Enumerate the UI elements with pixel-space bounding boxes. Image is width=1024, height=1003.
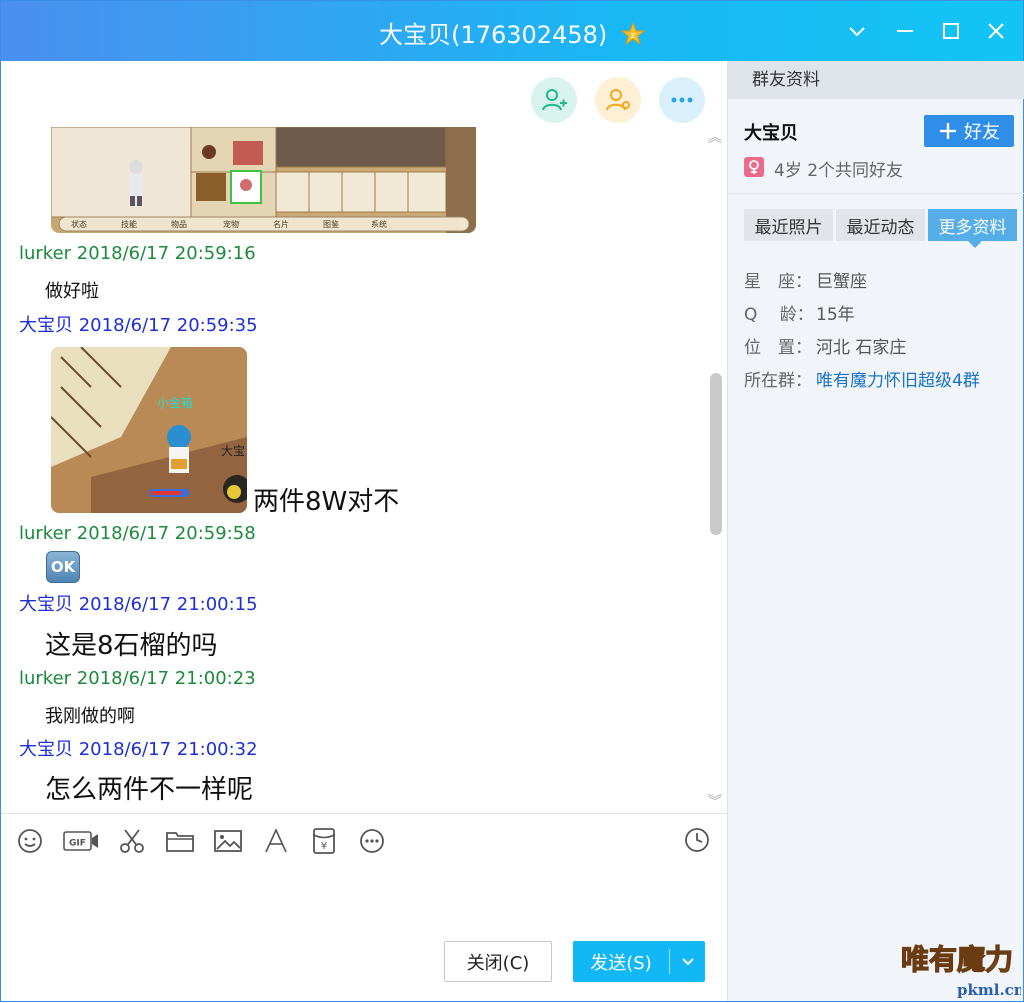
game-tab-label: 状态 [71, 219, 87, 229]
send-options-chevron-icon[interactable] [670, 941, 705, 982]
profile-tabs: 最近照片 最近动态 更多资料 [744, 209, 1017, 248]
chat-window: 大宝贝(176302458) z 状态 技能 物品 宠物 名片 图鉴 系统 lu… [0, 0, 1024, 1002]
game-label: 小金箱 [157, 395, 193, 410]
vip-star-icon: z [620, 21, 646, 46]
message-text: 这是8石榴的吗 [45, 631, 218, 661]
message-header: lurker 2018/6/17 20:59:58 [19, 523, 256, 544]
tab-more-info[interactable]: 更多资料 [928, 209, 1017, 248]
game-label-2: 大宝 [221, 444, 245, 458]
message-header: 大宝贝 2018/6/17 21:00:32 [19, 739, 258, 760]
info-key: 星 座： [744, 272, 812, 292]
close-icon[interactable] [978, 13, 1014, 49]
profile-panel: 群友资料 大宝贝 好友 4岁 2个共同好友 最近照片 最近动态 更多资料 星 座… [727, 61, 1024, 1001]
add-member-icon[interactable] [531, 77, 577, 123]
window-title: 大宝贝(176302458) [379, 21, 608, 49]
profile-name: 大宝贝 [744, 123, 798, 144]
female-gender-icon [744, 157, 764, 177]
red-packet-icon[interactable]: ¥ [309, 826, 339, 856]
chat-history[interactable]: 状态 技能 物品 宠物 名片 图鉴 系统 lurker 2018/6/17 20… [1, 61, 727, 813]
gif-label: GIF [69, 839, 86, 849]
game-scene-image[interactable]: 小金箱 大宝 [51, 347, 247, 513]
message-header: lurker 2018/6/17 21:00:23 [19, 668, 256, 689]
send-button[interactable]: 发送(S) [573, 941, 705, 982]
folder-icon[interactable] [165, 826, 195, 856]
info-row-qq-age: Q 龄： 15年 [744, 300, 855, 325]
profile-summary: 4岁 2个共同好友 [774, 161, 904, 181]
minimize-icon[interactable] [887, 13, 923, 49]
info-key: 位 置： [744, 338, 812, 358]
scissors-icon[interactable] [117, 826, 147, 856]
user-share-icon[interactable] [595, 77, 641, 123]
game-tab-label: 技能 [121, 219, 137, 229]
info-value: 15年 [816, 305, 855, 325]
font-icon[interactable] [261, 826, 291, 856]
info-key: Q 龄： [744, 305, 814, 325]
info-row-group: 所在群： 唯有魔力怀旧超级4群 [744, 366, 980, 391]
message-text: 做好啦 [45, 281, 99, 302]
profile-header: 群友资料 [728, 61, 1024, 99]
message-header: 大宝贝 2018/6/17 20:59:35 [19, 315, 258, 336]
tab-recent-photos[interactable]: 最近照片 [744, 209, 833, 241]
maximize-icon[interactable] [933, 13, 969, 49]
info-row-zodiac: 星 座： 巨蟹座 [744, 267, 867, 292]
tab-recent-activity[interactable]: 最近动态 [836, 209, 925, 241]
game-tab-label: 图鉴 [323, 219, 339, 229]
title-bar[interactable]: 大宝贝(176302458) z [1, 1, 1023, 61]
info-value: 巨蟹座 [816, 272, 867, 292]
send-button-label[interactable]: 发送(S) [573, 941, 669, 982]
scroll-up-icon[interactable]: ︽ [708, 127, 722, 147]
add-friend-label[interactable]: 好友 [964, 118, 1000, 144]
image-icon[interactable] [213, 826, 243, 856]
add-friend-button[interactable]: 好友 [924, 115, 1014, 147]
chat-top-actions [531, 77, 705, 123]
message-header: 大宝贝 2018/6/17 21:00:15 [19, 594, 258, 615]
message-header: lurker 2018/6/17 20:59:16 [19, 243, 256, 264]
game-inventory-image[interactable]: 状态 技能 物品 宠物 名片 图鉴 系统 [51, 127, 476, 233]
watermark-text: 唯有魔力 [901, 943, 1013, 976]
input-divider [1, 813, 727, 814]
group-link[interactable]: 唯有魔力怀旧超级4群 [816, 371, 980, 391]
collapse-chevron-icon[interactable] [839, 13, 875, 49]
svg-text:¥: ¥ [321, 841, 327, 852]
info-key: 所在群： [744, 371, 812, 391]
gif-icon[interactable]: GIF [63, 826, 99, 856]
scrollbar-thumb[interactable] [710, 373, 722, 535]
message-text: 怎么两件不一样呢 [45, 775, 254, 805]
smiley-icon[interactable] [15, 826, 45, 856]
input-toolbar: GIF ¥ [15, 825, 387, 857]
watermark-logo: 唯有魔力 pkml.cn [900, 921, 1024, 999]
more-options-icon[interactable] [659, 77, 705, 123]
scroll-down-icon[interactable]: ︾ [708, 791, 722, 811]
game-tab-label: 名片 [273, 219, 289, 229]
message-text: 两件8W对不 [253, 487, 400, 517]
watermark-site: pkml.cn [957, 981, 1021, 999]
plus-icon [940, 123, 956, 139]
info-row-location: 位 置： 河北 石家庄 [744, 333, 906, 358]
game-tab-label: 宠物 [223, 219, 239, 229]
message-text: 我刚做的啊 [45, 706, 135, 727]
info-value: 河北 石家庄 [816, 338, 907, 358]
history-clock-icon[interactable] [683, 826, 711, 854]
game-tab-label: 物品 [171, 219, 187, 229]
more-icon[interactable] [357, 826, 387, 856]
close-button[interactable]: 关闭(C) [444, 941, 552, 982]
profile-divider [728, 193, 1024, 194]
svg-text:z: z [631, 31, 636, 41]
ok-emoji-icon: OK [46, 551, 80, 583]
game-tab-label: 系统 [371, 219, 387, 229]
